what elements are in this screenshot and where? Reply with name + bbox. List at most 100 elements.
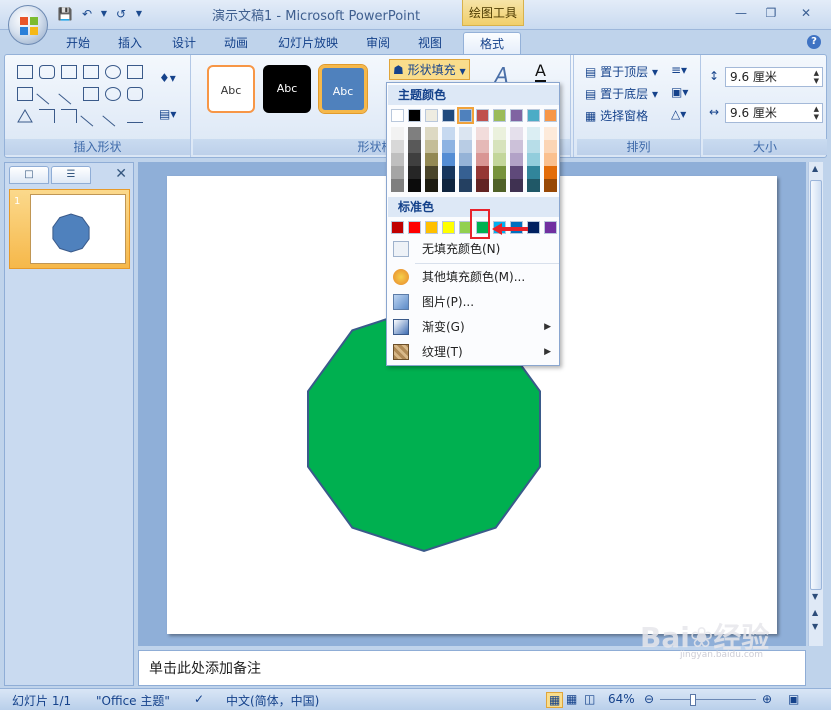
theme-color-swatch[interactable] [493,109,506,122]
theme-shade-swatch[interactable] [391,127,404,140]
theme-shade-swatch[interactable] [408,140,421,153]
shape-rect[interactable] [83,87,99,101]
tab-slideshow[interactable]: 幻灯片放映 [270,32,346,54]
theme-shade-swatch[interactable] [425,140,438,153]
standard-color-swatch[interactable] [442,221,455,234]
shape-textbox[interactable] [17,65,33,79]
theme-shade-swatch[interactable] [476,179,489,192]
redo-icon[interactable]: ↺ [112,6,130,22]
shape-curve[interactable] [127,109,143,123]
theme-shade-swatch[interactable] [391,153,404,166]
theme-shade-swatch[interactable] [408,127,421,140]
theme-shade-swatch[interactable] [459,179,472,192]
fit-window-icon[interactable]: ▣ [788,692,799,706]
theme-shade-swatch[interactable] [493,153,506,166]
no-fill-item[interactable]: 无填充颜色(N) [388,237,559,261]
save-icon[interactable]: 💾 [56,6,74,22]
theme-shade-swatch[interactable] [408,166,421,179]
align-icon[interactable]: ≡▾ [671,63,687,77]
style-option-orange[interactable]: Abc [207,65,255,113]
shape-updown-arrow[interactable] [83,65,99,79]
theme-shade-swatch[interactable] [476,140,489,153]
zoom-out-icon[interactable]: ⊖ [644,692,654,706]
standard-color-swatch[interactable] [391,221,404,234]
theme-shade-swatch[interactable] [510,127,523,140]
theme-shade-swatch[interactable] [527,166,540,179]
theme-shade-swatch[interactable] [527,127,540,140]
texture-item[interactable]: 纹理(T) ▶ [388,340,559,364]
undo-dropdown-icon[interactable]: ▼ [100,6,108,22]
slides-tab[interactable]: □ [9,166,49,184]
standard-color-swatch[interactable] [408,221,421,234]
text-fill-icon[interactable]: A [535,61,546,83]
theme-shade-swatch[interactable] [493,179,506,192]
vertical-scrollbar[interactable]: ▲ ▼ ▲ ▼ [808,162,823,646]
slide-thumbnail-item[interactable]: 1 [9,189,130,269]
shape-triangle[interactable] [17,109,33,123]
theme-color-swatch[interactable] [408,109,421,122]
theme-shade-swatch[interactable] [425,166,438,179]
theme-color-swatch[interactable] [391,109,404,122]
bring-to-front-button[interactable]: ▤ 置于顶层 ▾ [585,63,658,80]
theme-shade-swatch[interactable] [544,153,557,166]
zoom-slider-thumb[interactable] [690,694,696,706]
more-colors-item[interactable]: 其他填充颜色(M)... [388,265,559,289]
shape-table[interactable] [17,87,33,101]
close-icon[interactable]: ✕ [115,166,127,182]
outline-tab[interactable]: ☰ [51,166,91,184]
undo-icon[interactable]: ↶ [78,6,96,22]
width-input[interactable]: 9.6 厘米 ▲ ▼ [725,103,823,123]
theme-color-swatch[interactable] [425,109,438,122]
theme-color-swatch[interactable] [457,107,474,124]
shape-elbow-2[interactable] [61,109,77,123]
shape-oval[interactable] [105,87,121,101]
spinner-icon[interactable]: ▲ ▼ [814,105,819,121]
zoom-slider[interactable] [660,699,756,700]
theme-shade-swatch[interactable] [493,140,506,153]
group-icon[interactable]: ▣▾ [671,85,688,99]
theme-shade-swatch[interactable] [476,153,489,166]
theme-shade-swatch[interactable] [510,166,523,179]
theme-shade-swatch[interactable] [459,166,472,179]
theme-color-swatch[interactable] [527,109,540,122]
theme-shade-swatch[interactable] [476,166,489,179]
restore-button[interactable]: ❐ [760,4,782,22]
shape-fill-button[interactable]: ☗ 形状填充 ▼ [389,59,470,80]
theme-shade-swatch[interactable] [425,153,438,166]
tab-design[interactable]: 设计 [162,32,206,54]
picture-item[interactable]: 图片(P)... [388,290,559,314]
office-button[interactable] [8,5,48,45]
style-option-black[interactable]: Abc [263,65,311,113]
shape-circle[interactable] [105,65,121,79]
theme-shade-swatch[interactable] [544,140,557,153]
theme-shade-swatch[interactable] [425,179,438,192]
scroll-up-icon[interactable]: ▲ [812,164,818,173]
shape-text[interactable] [127,65,143,79]
theme-shade-swatch[interactable] [544,166,557,179]
slideshow-icon[interactable]: ◫ [584,692,595,706]
close-button[interactable]: ✕ [795,4,817,22]
prev-slide-icon[interactable]: ▲ [812,608,818,617]
shape-line[interactable] [36,83,58,105]
style-option-blue[interactable]: Abc [318,64,368,114]
standard-color-swatch[interactable] [544,221,557,234]
theme-color-swatch[interactable] [442,109,455,122]
edit-shape-icon[interactable]: ♦▾ [159,71,176,85]
gradient-item[interactable]: 渐变(G) ▶ [388,315,559,339]
theme-shade-swatch[interactable] [408,179,421,192]
shape-elbow[interactable] [39,109,55,123]
spinner-icon[interactable]: ▲ ▼ [814,69,819,85]
rotate-icon[interactable]: △▾ [671,107,686,121]
shape-rounded-rect-2[interactable] [127,87,143,101]
theme-shade-swatch[interactable] [459,127,472,140]
theme-shade-swatch[interactable] [408,153,421,166]
tab-animation[interactable]: 动画 [214,32,258,54]
theme-color-swatch[interactable] [476,109,489,122]
shape-line-arrow[interactable] [58,83,80,105]
scroll-down-icon[interactable]: ▼ [812,592,818,601]
zoom-in-icon[interactable]: ⊕ [762,692,772,706]
theme-shade-swatch[interactable] [527,140,540,153]
theme-shade-swatch[interactable] [459,153,472,166]
tab-format[interactable]: 格式 [463,32,521,54]
theme-shade-swatch[interactable] [391,166,404,179]
